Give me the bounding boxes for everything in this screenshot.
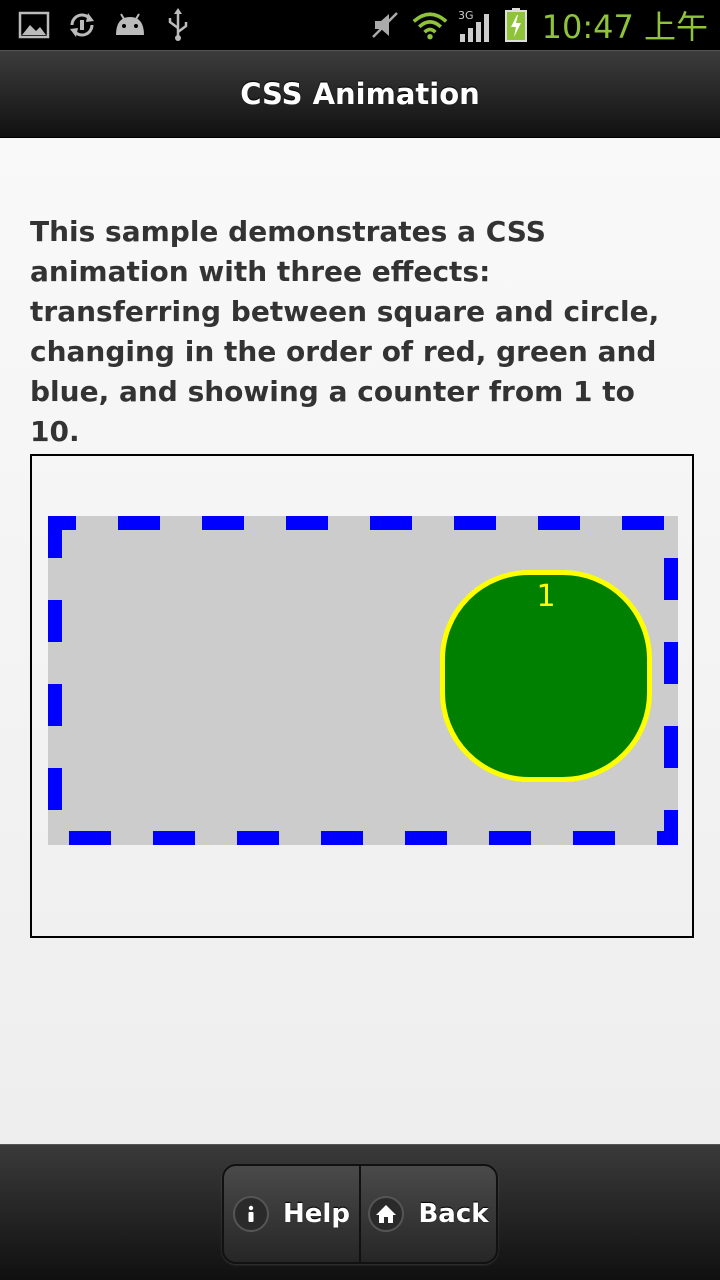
description-text: This sample demonstrates a CSS animation… <box>30 215 660 448</box>
counter-label: 1 <box>536 579 556 614</box>
status-bar: 3G 10:47 上午 <box>0 0 720 50</box>
help-button[interactable]: Help <box>224 1166 359 1262</box>
android-icon <box>112 7 148 43</box>
mute-icon <box>368 7 404 43</box>
network-type-label: 3G <box>458 9 474 22</box>
image-icon <box>16 7 52 43</box>
footer-button-group: Help Back <box>222 1164 498 1264</box>
sync-icon <box>64 7 100 43</box>
animated-shape: 1 <box>440 570 652 782</box>
wifi-icon <box>412 7 448 43</box>
header-bar: CSS Animation <box>0 50 720 138</box>
status-time: 10:47 上午 <box>541 8 708 46</box>
content-area: This sample demonstrates a CSS animation… <box>0 138 720 1144</box>
battery-charging-icon <box>504 7 528 43</box>
home-icon <box>368 1196 405 1232</box>
help-button-label: Help <box>283 1199 350 1229</box>
signal-icon: 3G <box>456 7 496 43</box>
demo-container: 1 <box>30 454 694 938</box>
info-icon <box>233 1196 270 1232</box>
footer-bar: Help Back <box>0 1144 720 1280</box>
back-button-label: Back <box>418 1199 489 1229</box>
usb-icon <box>160 7 196 43</box>
page-title: CSS Animation <box>240 77 480 111</box>
back-button[interactable]: Back <box>359 1166 496 1262</box>
animation-area: 1 <box>48 516 678 845</box>
